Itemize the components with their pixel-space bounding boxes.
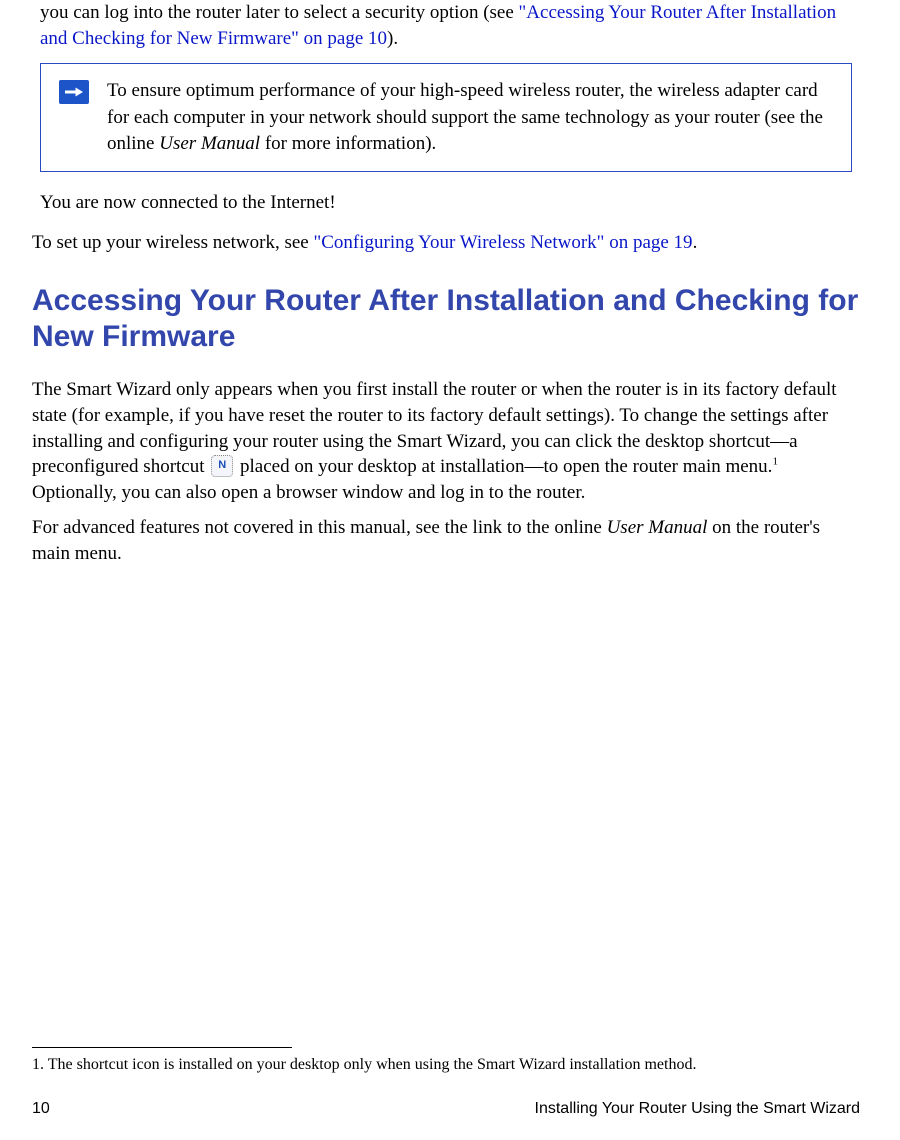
setup-wireless-line: To set up your wireless network, see "Co…	[32, 230, 860, 256]
page-footer: 10 Installing Your Router Using the Smar…	[0, 1098, 900, 1120]
page-number: 10	[32, 1098, 50, 1120]
para2-italic: User Manual	[607, 517, 708, 538]
note-callout: To ensure optimum performance of your hi…	[40, 63, 852, 172]
intro-continuation: you can log into the router later to sel…	[40, 0, 860, 51]
desktop-shortcut-icon: N	[211, 455, 233, 477]
note-post: for more information).	[260, 133, 436, 154]
arrow-right-icon	[59, 80, 89, 104]
connected-message: You are now connected to the Internet!	[40, 190, 852, 216]
footnote-separator	[32, 1047, 292, 1048]
note-italic: User Manual	[159, 133, 260, 154]
note-text: To ensure optimum performance of your hi…	[107, 78, 833, 157]
setup-suffix: .	[693, 232, 698, 253]
para1-c: Optionally, you can also open a browser …	[32, 482, 585, 503]
para2-a: For advanced features not covered in thi…	[32, 517, 607, 538]
setup-prefix: To set up your wireless network, see	[32, 232, 314, 253]
page-title: Accessing Your Router After Installation…	[32, 283, 860, 355]
paragraph-smart-wizard: The Smart Wizard only appears when you f…	[32, 377, 860, 505]
footnote-1: 1. The shortcut icon is installed on you…	[32, 1054, 696, 1076]
intro-text-prefix: you can log into the router later to sel…	[40, 2, 519, 23]
xref-configure-wireless[interactable]: "Configuring Your Wireless Network" on p…	[314, 232, 693, 253]
footer-chapter-title: Installing Your Router Using the Smart W…	[535, 1098, 860, 1120]
paragraph-advanced-features: For advanced features not covered in thi…	[32, 515, 860, 566]
para1-b: placed on your desktop at installation—t…	[235, 456, 772, 477]
footnote-reference-1[interactable]: 1	[772, 456, 778, 468]
intro-text-suffix: ).	[387, 28, 398, 49]
